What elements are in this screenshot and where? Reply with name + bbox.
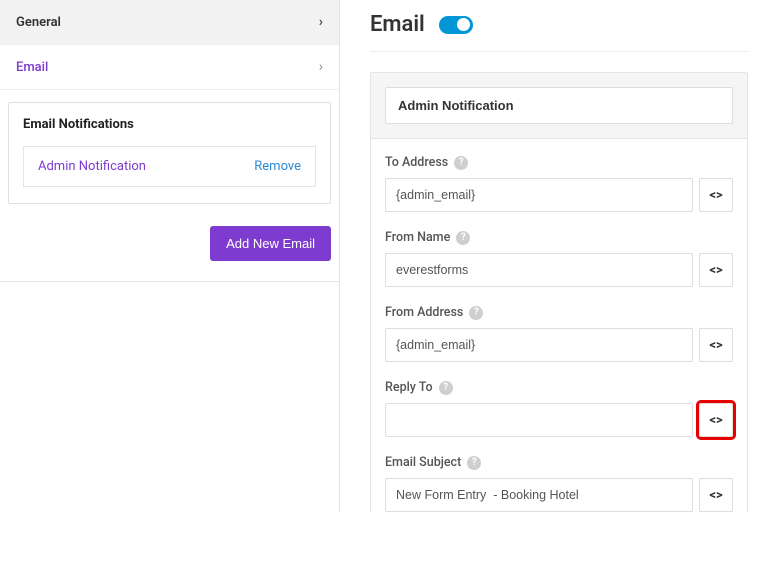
notification-name-input[interactable] bbox=[385, 87, 733, 124]
to-address-label: To Address bbox=[385, 155, 448, 170]
help-icon[interactable]: ? bbox=[439, 381, 453, 395]
page-title: Email bbox=[370, 12, 425, 37]
email-subject-input[interactable] bbox=[385, 478, 693, 512]
smart-tag-button[interactable]: <> bbox=[699, 478, 733, 512]
chevron-right-icon: › bbox=[319, 14, 323, 30]
help-icon[interactable]: ? bbox=[456, 231, 470, 245]
help-icon[interactable]: ? bbox=[454, 156, 468, 170]
notification-name: Admin Notification bbox=[38, 159, 146, 174]
panel-title: Email Notifications bbox=[23, 117, 316, 132]
help-icon[interactable]: ? bbox=[469, 306, 483, 320]
smart-tag-button[interactable]: <> bbox=[699, 403, 733, 437]
from-address-input[interactable] bbox=[385, 328, 693, 362]
notification-header bbox=[370, 72, 748, 139]
notification-row[interactable]: Admin Notification Remove bbox=[23, 146, 316, 187]
to-address-input[interactable] bbox=[385, 178, 693, 212]
from-address-label: From Address bbox=[385, 305, 463, 320]
nav-general-label: General bbox=[16, 15, 61, 30]
nav-email-label: Email bbox=[16, 60, 48, 75]
remove-button[interactable]: Remove bbox=[254, 159, 301, 174]
smart-tag-button[interactable]: <> bbox=[699, 253, 733, 287]
email-form: To Address ? <> From Name ? <> bbox=[370, 139, 748, 512]
add-new-email-button[interactable]: Add New Email bbox=[210, 226, 331, 261]
main-panel: Email To Address ? <> From Name ? bbox=[340, 0, 770, 512]
sidebar-empty bbox=[0, 281, 339, 581]
chevron-right-icon: › bbox=[319, 59, 323, 75]
nav-email[interactable]: Email › bbox=[0, 45, 339, 90]
reply-to-input[interactable] bbox=[385, 403, 693, 437]
smart-tag-button[interactable]: <> bbox=[699, 178, 733, 212]
smart-tag-button[interactable]: <> bbox=[699, 328, 733, 362]
email-subject-label: Email Subject bbox=[385, 455, 461, 470]
help-icon[interactable]: ? bbox=[467, 456, 481, 470]
sidebar: General › Email › Email Notifications Ad… bbox=[0, 0, 340, 512]
nav-general[interactable]: General › bbox=[0, 0, 339, 45]
email-toggle[interactable] bbox=[439, 16, 473, 34]
notifications-panel: Email Notifications Admin Notification R… bbox=[8, 102, 331, 204]
reply-to-label: Reply To bbox=[385, 380, 433, 395]
from-name-label: From Name bbox=[385, 230, 450, 245]
from-name-input[interactable] bbox=[385, 253, 693, 287]
